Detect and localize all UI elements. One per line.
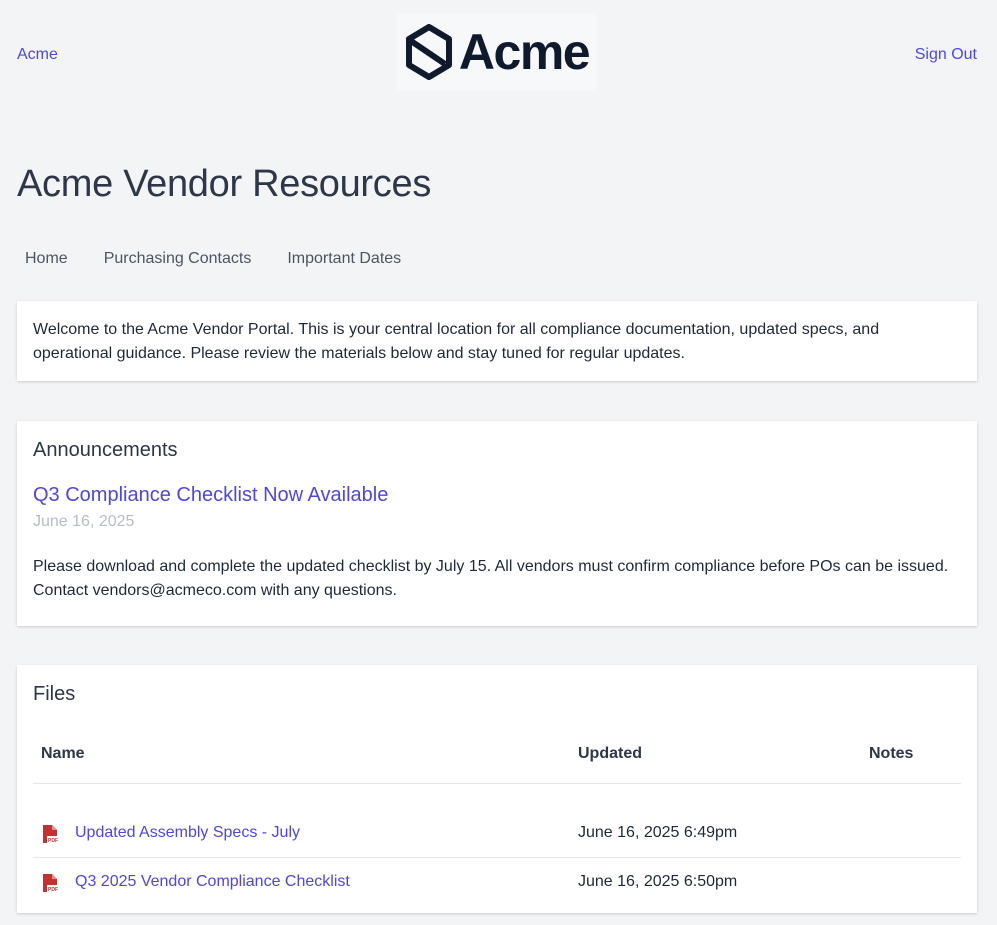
nav-item-purchasing-contacts[interactable]: Purchasing Contacts [104, 250, 252, 268]
pdf-file-icon: PDF [43, 825, 58, 844]
welcome-text: Welcome to the Acme Vendor Portal. This … [33, 321, 880, 362]
main-nav: Home Purchasing Contacts Important Dates [25, 250, 401, 268]
brand-home-link[interactable]: Acme [17, 46, 58, 64]
file-link[interactable]: Updated Assembly Specs - July [75, 824, 300, 842]
vendor-portal-page: Acme Acme Sign Out Acme Vendor Resources… [0, 0, 997, 925]
sign-out-link[interactable]: Sign Out [915, 46, 977, 64]
column-header-updated[interactable]: Updated [578, 745, 642, 763]
files-table-body: PDF Updated Assembly Specs - July June 1… [33, 784, 961, 907]
announcements-heading: Announcements [33, 439, 178, 461]
table-row: PDF Updated Assembly Specs - July June 1… [33, 809, 961, 858]
files-table-header: Name Updated Notes [33, 726, 961, 784]
svg-text:PDF: PDF [48, 838, 58, 844]
announcement-title-link[interactable]: Q3 Compliance Checklist Now Available [33, 484, 961, 507]
file-link[interactable]: Q3 2025 Vendor Compliance Checklist [75, 873, 350, 891]
column-header-notes[interactable]: Notes [869, 745, 913, 763]
column-header-name[interactable]: Name [41, 745, 85, 763]
announcement-date: June 16, 2025 [33, 513, 135, 530]
file-updated-date: June 16, 2025 6:50pm [578, 873, 738, 890]
announcements-card: Announcements Q3 Compliance Checklist No… [17, 421, 977, 626]
file-updated-date: June 16, 2025 6:49pm [578, 824, 738, 841]
files-heading: Files [33, 683, 76, 705]
table-row: PDF Q3 2025 Vendor Compliance Checklist … [33, 858, 961, 907]
top-bar: Acme Acme Sign Out [0, 0, 997, 110]
svg-text:PDF: PDF [48, 887, 58, 893]
nav-item-home[interactable]: Home [25, 250, 68, 268]
acme-logo: Acme [397, 13, 597, 91]
nav-item-important-dates[interactable]: Important Dates [287, 250, 401, 268]
pdf-file-icon: PDF [43, 874, 58, 893]
files-card: Files Name Updated Notes PDF Updated Ass… [17, 665, 977, 913]
welcome-card: Welcome to the Acme Vendor Portal. This … [17, 301, 977, 381]
page-title: Acme Vendor Resources [17, 163, 432, 205]
announcement-body: Please download and complete the updated… [33, 558, 949, 599]
hexagon-logo-icon [405, 24, 452, 80]
logo-wordmark: Acme [458, 24, 591, 80]
files-table: Name Updated Notes PDF Updated Assembly … [33, 726, 961, 907]
